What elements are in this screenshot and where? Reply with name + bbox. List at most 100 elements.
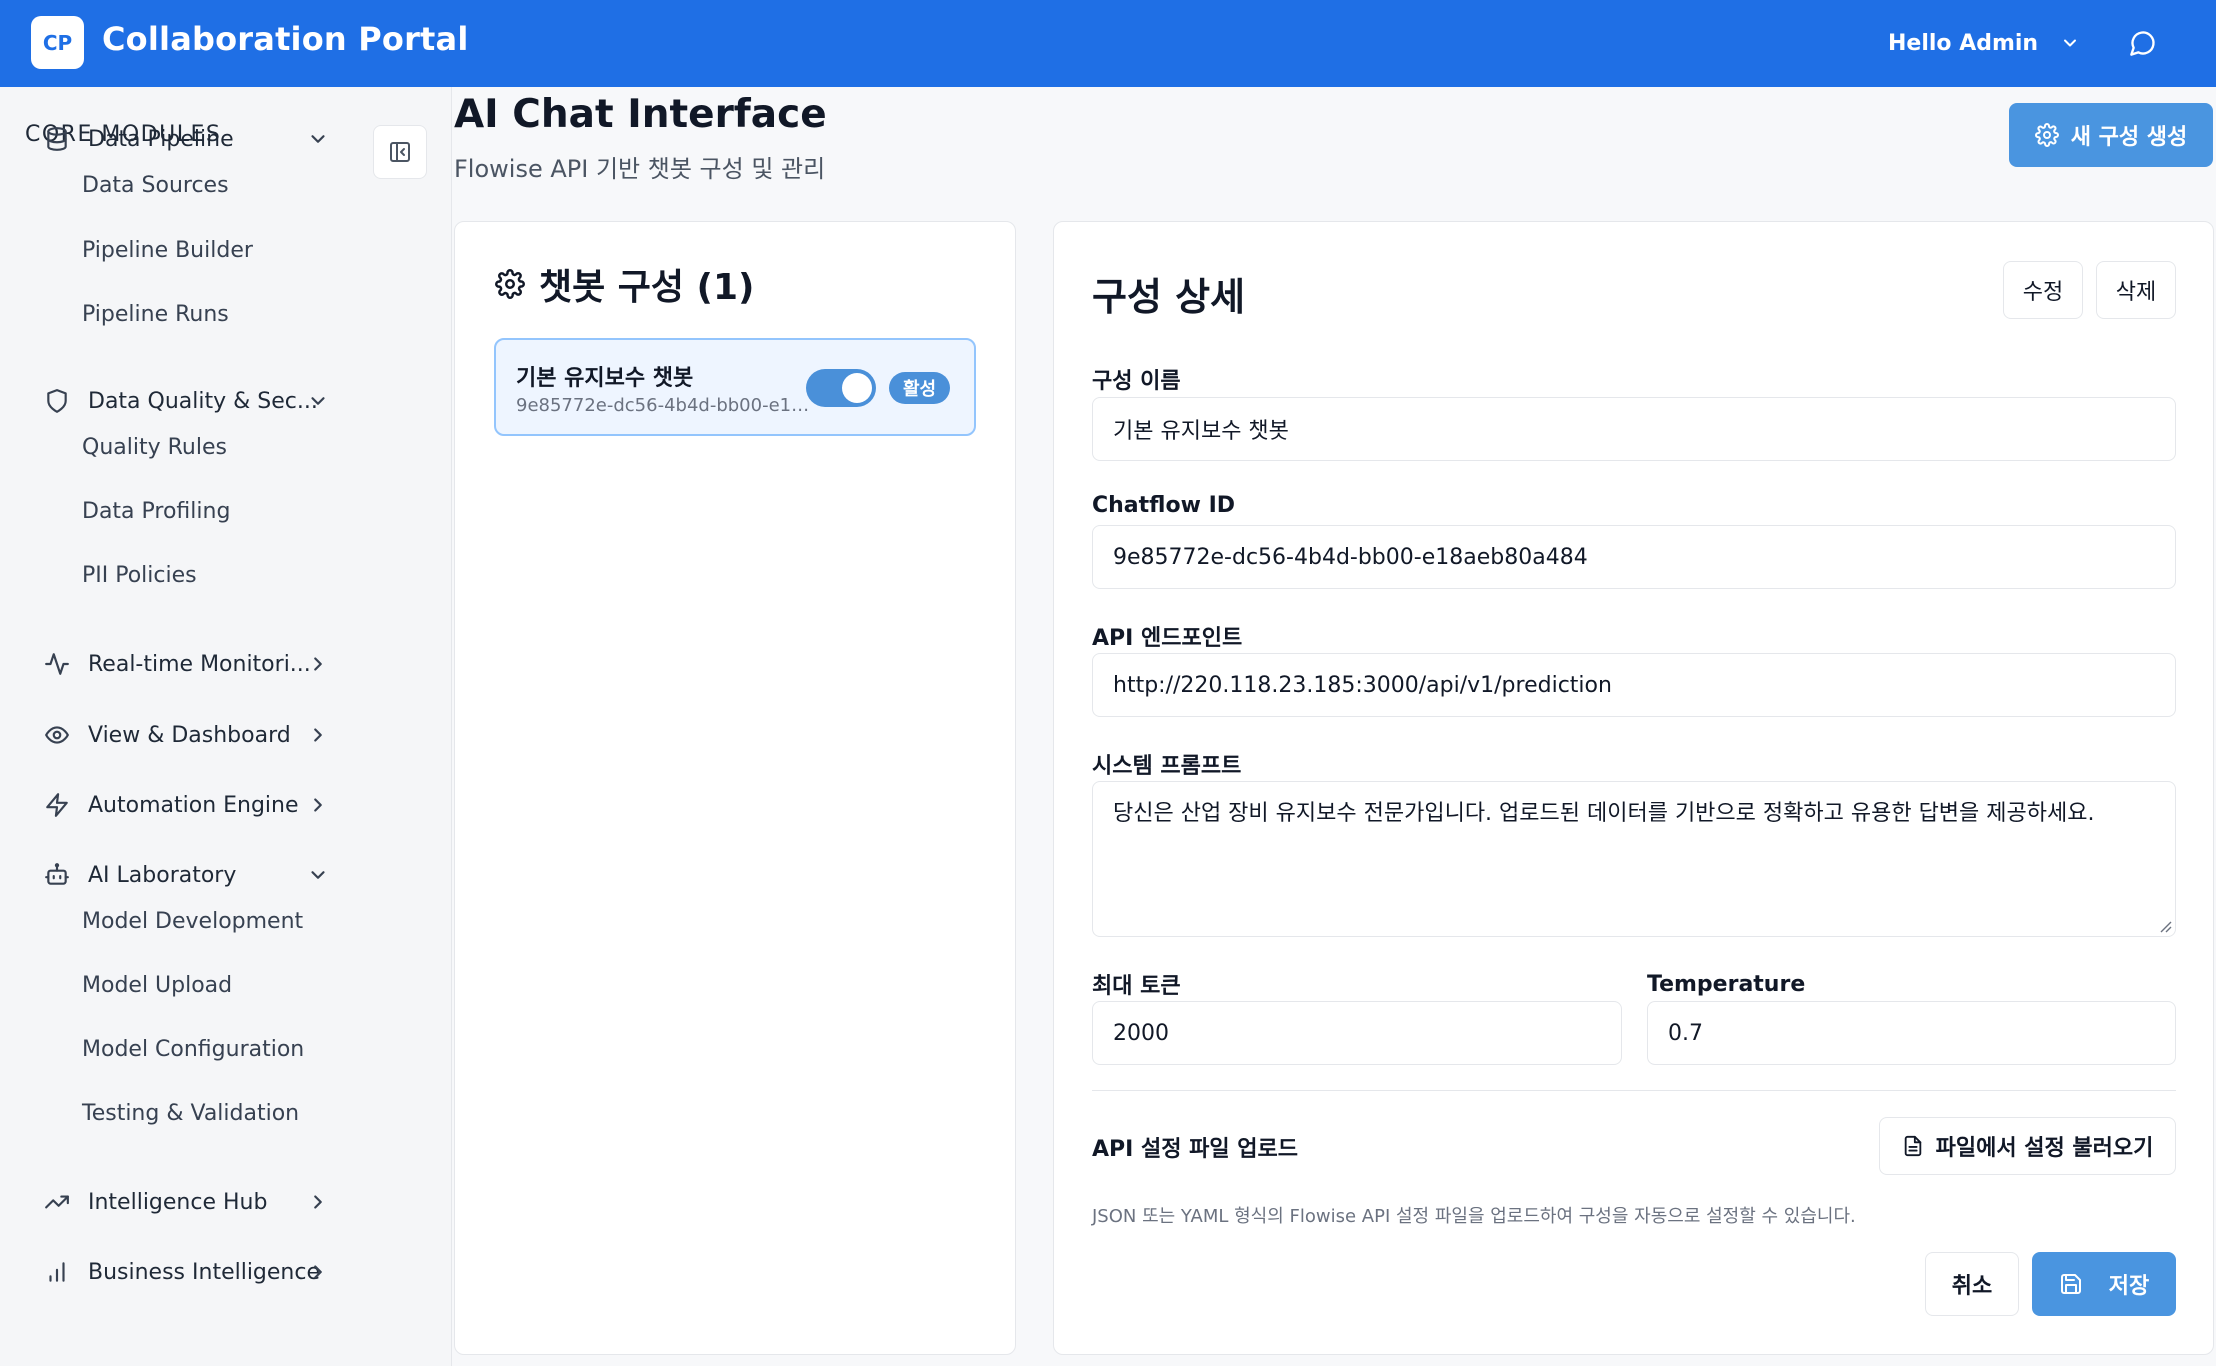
app-logo[interactable]: CP [31,16,84,69]
system-prompt-textarea[interactable]: 당신은 산업 장비 유지보수 전문가입니다. 업로드된 데이터를 기반으로 정확… [1092,781,2176,937]
sidebar-subitem-testing-validation[interactable]: Testing & Validation [0,1088,452,1138]
config-detail-panel: 구성 상세 수정 삭제 구성 이름 기본 유지보수 챗봇 Chatflow ID… [1053,221,2214,1355]
sidebar-item-automation-engine[interactable]: Automation Engine [0,779,452,831]
new-config-button[interactable]: 새 구성 생성 [2009,103,2213,167]
chevron-down-icon [307,390,329,412]
message-icon[interactable] [2126,26,2160,60]
detail-title: 구성 상세 [1092,275,1246,319]
new-config-label: 새 구성 생성 [2070,125,2188,150]
upload-section-label: API 설정 파일 업로드 [1092,1137,1298,1162]
config-list-title: 챗봇 구성 (1) [495,258,755,310]
load-from-file-label: 파일에서 설정 불러오기 [1935,1136,2154,1161]
temperature-field[interactable]: 0.7 [1647,1001,2176,1065]
sidebar-subitem-label: Quality Rules [82,434,227,460]
save-label: 저장 [2108,1274,2150,1299]
sidebar-subitem-label: Data Sources [82,172,229,198]
sidebar-subitem-label: Model Development [82,908,304,934]
eye-icon [44,722,70,748]
bot-icon [44,862,70,888]
config-item-name: 기본 유지보수 챗봇 [516,366,694,391]
sidebar-subitem-data-profiling[interactable]: Data Profiling [0,486,452,536]
chevron-down-icon [307,128,329,150]
top-bar: CP Collaboration Portal Hello Admin [0,0,2216,87]
sidebar: CORE MODULES Data Pipeline Data Sources … [0,87,452,1366]
sidebar-subitem-pipeline-builder[interactable]: Pipeline Builder [0,225,452,275]
sidebar-subitem-label: Data Profiling [82,498,231,524]
sidebar-subitem-label: Model Configuration [82,1036,305,1062]
save-button[interactable]: 저장 [2032,1252,2176,1316]
user-greeting: Hello Admin [1888,30,2039,56]
api-endpoint-label: API 엔드포인트 [1092,626,1243,651]
trending-up-icon [44,1189,70,1215]
config-list-title-text: 챗봇 구성 (1) [539,267,755,308]
database-icon [44,126,70,152]
gear-icon [2034,123,2059,147]
chatflow-id-label: Chatflow ID [1092,493,1236,518]
sidebar-subitem-model-upload[interactable]: Model Upload [0,960,452,1010]
activity-icon [44,651,70,677]
sidebar-item-label: Business Intelligence [88,1259,321,1285]
chevron-right-icon [307,1191,329,1213]
sidebar-item-data-quality[interactable]: Data Quality & Sec... [0,375,452,427]
config-name-label: 구성 이름 [1092,369,1181,394]
chatflow-id-field[interactable]: 9e85772e-dc56-4b4d-bb00-e18aeb80a484 [1092,525,2176,589]
shield-icon [44,388,70,414]
delete-button[interactable]: 삭제 [2096,261,2176,319]
sidebar-subitem-label: Model Upload [82,972,233,998]
sidebar-subitem-label: Testing & Validation [82,1100,300,1126]
config-list-panel: 챗봇 구성 (1) 기본 유지보수 챗봇 9e85772e-dc56-4b4d-… [454,221,1016,1355]
bar-chart-icon [44,1259,70,1285]
page-subtitle: Flowise API 기반 챗봇 구성 및 관리 [454,155,826,183]
max-tokens-field[interactable]: 2000 [1092,1001,1622,1065]
edit-button[interactable]: 수정 [2003,261,2083,319]
sidebar-subitem-quality-rules[interactable]: Quality Rules [0,422,452,472]
file-icon [1902,1135,1924,1157]
chevron-down-icon [307,864,329,886]
chevron-right-icon [307,1261,329,1283]
config-active-toggle[interactable] [806,369,876,407]
api-endpoint-field[interactable]: http://220.118.23.185:3000/api/v1/predic… [1092,653,2176,717]
sidebar-subitem-label: Pipeline Runs [82,301,229,327]
config-list-item[interactable]: 기본 유지보수 챗봇 9e85772e-dc56-4b4d-bb00-e18ae… [494,338,976,436]
max-tokens-label: 최대 토큰 [1092,974,1181,999]
sidebar-item-label: View & Dashboard [88,722,291,748]
sidebar-subitem-pii-policies[interactable]: PII Policies [0,550,452,600]
sidebar-subitem-data-sources[interactable]: Data Sources [0,160,452,210]
sidebar-item-view-dashboard[interactable]: View & Dashboard [0,709,452,761]
sidebar-item-label: Real-time Monitori... [88,651,311,677]
load-from-file-button[interactable]: 파일에서 설정 불러오기 [1879,1117,2176,1175]
system-prompt-text: 당신은 산업 장비 유지보수 전문가입니다. 업로드된 데이터를 기반으로 정확… [1113,801,2095,826]
resize-handle-icon[interactable] [2158,919,2172,933]
upload-hint: JSON 또는 YAML 형식의 Flowise API 설정 파일을 업로드하… [1092,1206,1856,1227]
user-menu[interactable]: Hello Admin [1888,26,2080,60]
chevron-right-icon [307,794,329,816]
chevron-right-icon [307,653,329,675]
sidebar-subitem-label: Pipeline Builder [82,237,253,263]
sidebar-item-data-pipeline[interactable]: Data Pipeline [0,113,452,165]
save-icon [2059,1272,2083,1296]
sidebar-item-label: Automation Engine [88,792,299,818]
page-title: AI Chat Interface [454,92,827,137]
sidebar-item-label: Data Quality & Sec... [88,388,318,414]
sidebar-subitem-model-configuration[interactable]: Model Configuration [0,1024,452,1074]
sidebar-subitem-pipeline-runs[interactable]: Pipeline Runs [0,289,452,339]
sidebar-item-label: Intelligence Hub [88,1189,268,1215]
sidebar-subitem-label: PII Policies [82,562,197,588]
sidebar-item-label: Data Pipeline [88,126,234,152]
sidebar-subitem-model-development[interactable]: Model Development [0,896,452,946]
sidebar-item-intelligence-hub[interactable]: Intelligence Hub [0,1176,452,1228]
gear-icon [495,269,525,299]
sidebar-item-ai-laboratory[interactable]: AI Laboratory [0,849,452,901]
chevron-down-icon [2060,33,2080,53]
sidebar-item-realtime-monitoring[interactable]: Real-time Monitori... [0,638,452,690]
app-title: Collaboration Portal [102,20,469,58]
cancel-button[interactable]: 취소 [1925,1252,2019,1316]
system-prompt-label: 시스템 프롬프트 [1092,754,1242,779]
temperature-label: Temperature [1647,972,1806,997]
config-name-field[interactable]: 기본 유지보수 챗봇 [1092,397,2176,461]
sidebar-item-business-intelligence[interactable]: Business Intelligence [0,1246,452,1298]
lightning-icon [44,792,70,818]
config-item-id: 9e85772e-dc56-4b4d-bb00-e18aeb80a484 [516,395,816,416]
status-badge: 활성 [889,372,951,404]
section-divider [1092,1090,2176,1091]
